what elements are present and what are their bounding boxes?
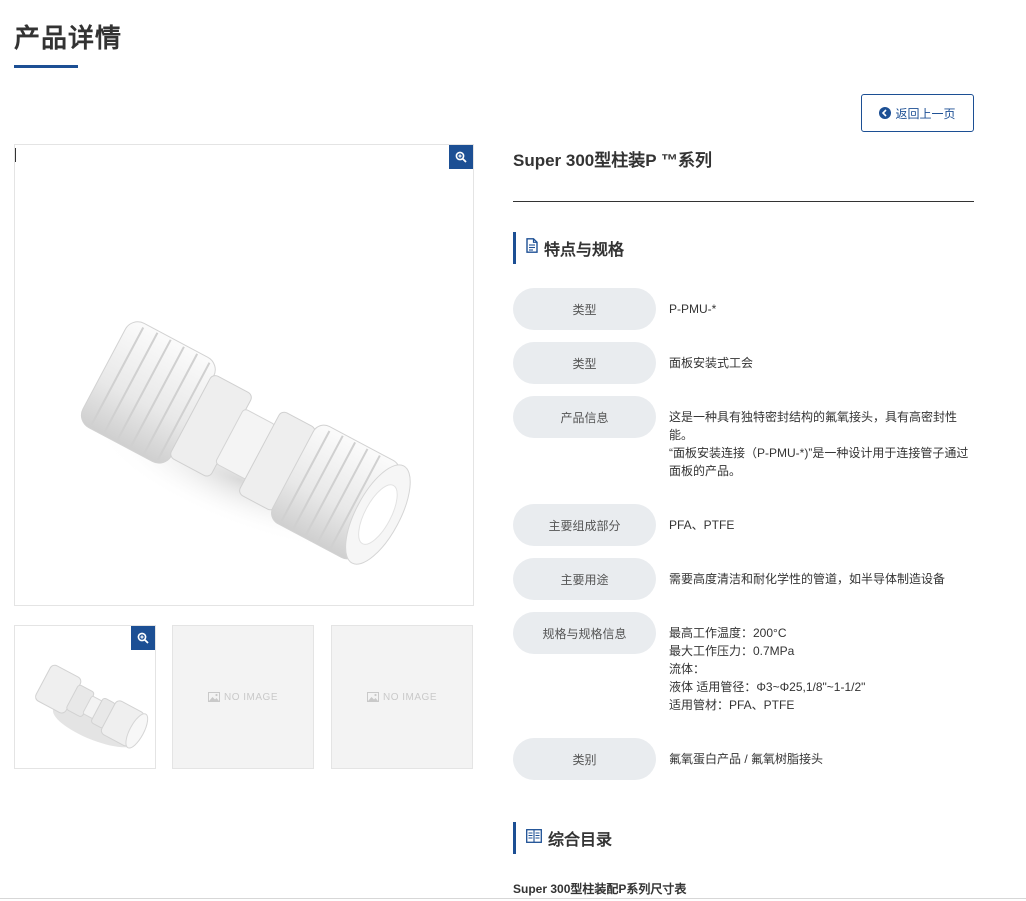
thumbnail-1[interactable] bbox=[14, 625, 156, 769]
bottom-divider bbox=[0, 898, 1026, 899]
thumbnail-3[interactable]: NO IMAGE bbox=[331, 625, 473, 769]
text-cursor bbox=[15, 148, 16, 162]
back-button-label: 返回上一页 bbox=[895, 106, 956, 121]
features-section-heading: 特点与规格 bbox=[513, 232, 624, 264]
section-title: 综合目录 bbox=[548, 832, 613, 849]
fitting-illustration bbox=[80, 321, 411, 565]
spec-value-category: 氟氧蛋白产品 / 氟氧树脂接头 bbox=[669, 752, 824, 766]
main-product-image[interactable] bbox=[14, 144, 474, 606]
thumbnail-2[interactable]: NO IMAGE bbox=[172, 625, 314, 769]
spec-label-product-info: 产品信息 bbox=[513, 396, 656, 438]
image-placeholder-icon bbox=[207, 692, 220, 702]
image-placeholder-icon bbox=[366, 692, 379, 702]
catalog-section-heading: 综合目录 bbox=[513, 822, 612, 854]
page-title: 产品详情 bbox=[14, 23, 123, 53]
back-button[interactable]: 返回上一页 bbox=[861, 94, 974, 132]
section-title: 特点与规格 bbox=[544, 242, 625, 259]
spec-value-type: P-PMU-* bbox=[669, 302, 717, 316]
no-image-text: NO IMAGE bbox=[223, 691, 278, 703]
no-image-text: NO IMAGE bbox=[382, 691, 437, 703]
spec-label-type: 类型 bbox=[513, 288, 656, 330]
spec-label-type-2: 类型 bbox=[513, 342, 656, 384]
arrow-left-circle-icon bbox=[879, 107, 892, 119]
spec-value-specifications: 最高工作温度：200°C 最大工作压力：0.7MPa 流体： 液体 适用管径：Φ… bbox=[669, 626, 866, 712]
spec-label-components: 主要组成部分 bbox=[513, 504, 656, 546]
zoom-in-icon[interactable] bbox=[449, 145, 473, 169]
spec-label-specifications: 规格与规格信息 bbox=[513, 612, 656, 654]
spec-label-category: 类别 bbox=[513, 738, 656, 780]
zoom-in-icon[interactable] bbox=[131, 626, 155, 650]
spec-value-type-2: 面板安装式工会 bbox=[669, 356, 754, 370]
document-icon bbox=[526, 238, 538, 258]
spec-value-components: PFA、PTFE bbox=[669, 518, 735, 532]
spec-label-usage: 主要用途 bbox=[513, 558, 656, 600]
product-title: Super 300型柱装P ™系列 bbox=[513, 151, 713, 170]
title-underline bbox=[14, 65, 78, 68]
spec-value-usage: 需要高度清洁和耐化学性的管道，如半导体制造设备 bbox=[669, 572, 946, 586]
spec-value-product-info: 这是一种具有独特密封结构的氟氧接头，具有高密封性能。 “面板安装连接（P-PMU… bbox=[669, 410, 969, 478]
catalog-link[interactable]: Super 300型柱装配P系列尺寸表 bbox=[513, 880, 686, 897]
divider bbox=[513, 201, 974, 202]
catalog-book-icon bbox=[526, 828, 542, 848]
